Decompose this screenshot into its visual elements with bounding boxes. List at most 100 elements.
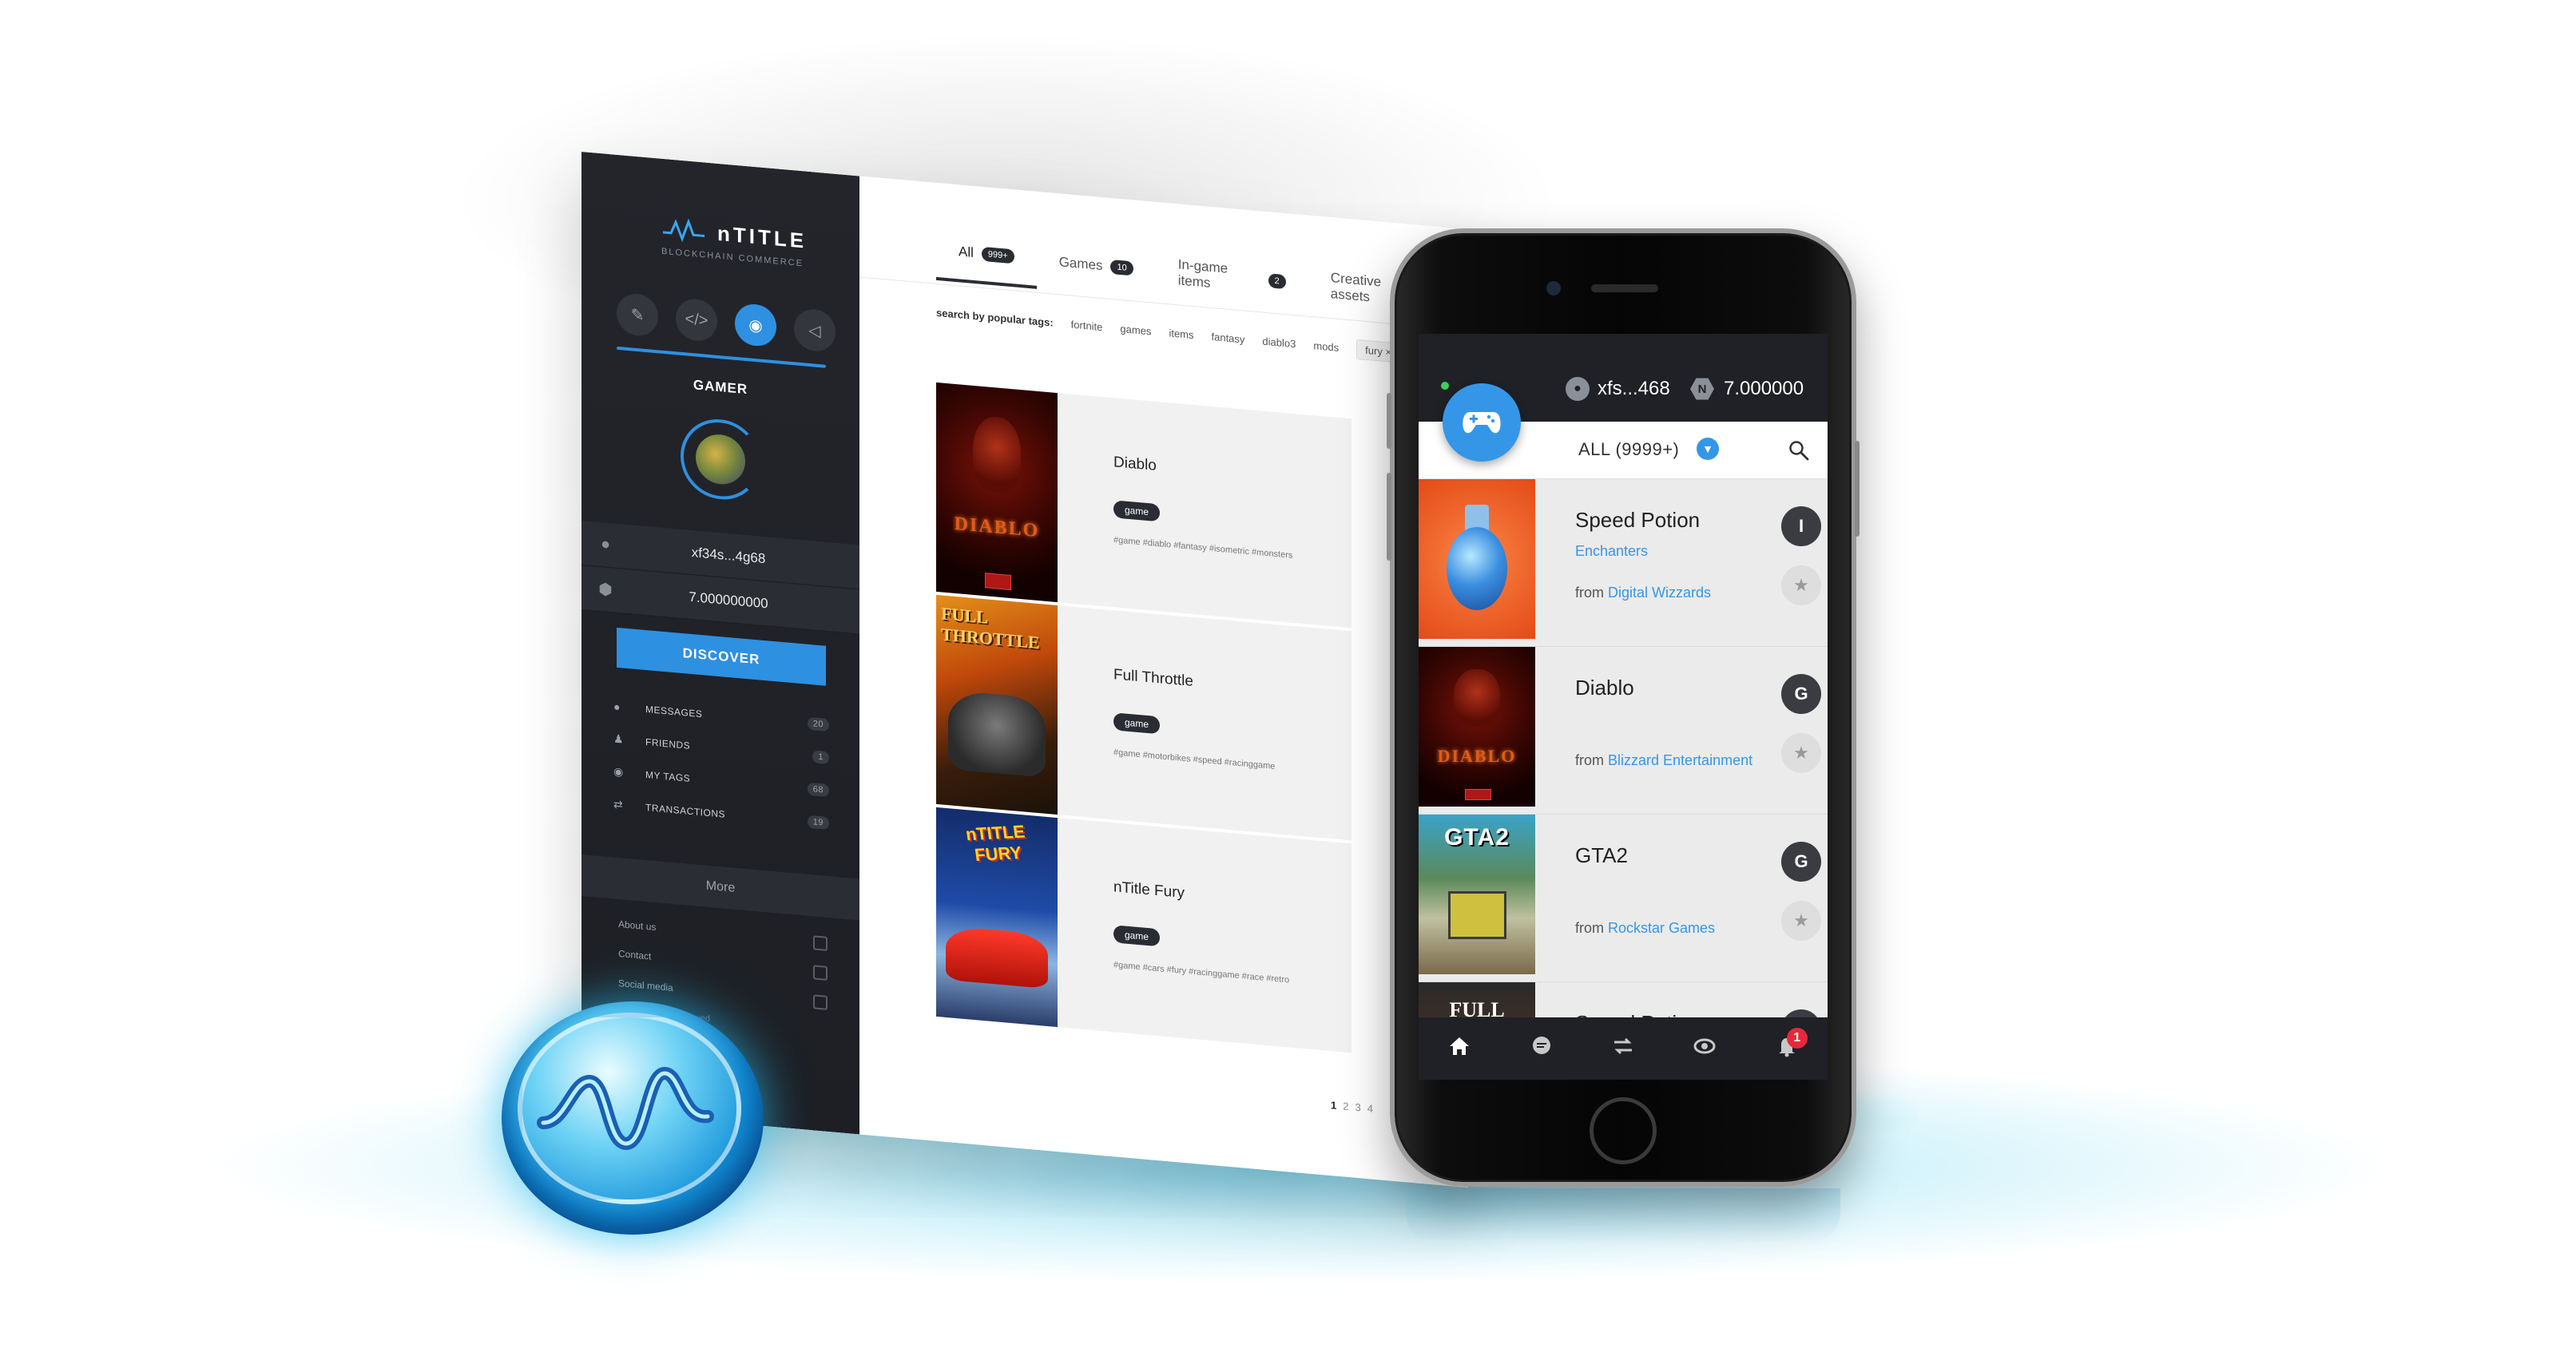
chevron-down-icon[interactable]: ▼ xyxy=(1697,438,1719,460)
friends-icon: ♟ xyxy=(613,732,625,746)
more-section-header[interactable]: More xyxy=(581,854,859,921)
tag-link[interactable]: fortnite xyxy=(1071,319,1103,333)
item-type-letter: I xyxy=(1781,506,1821,546)
search-icon[interactable] xyxy=(1788,439,1810,462)
tab-label: In-game items xyxy=(1177,256,1228,291)
pagination: 1 2 3 4 xyxy=(1331,1099,1373,1115)
star-icon[interactable]: ★ xyxy=(1781,901,1821,941)
item-publisher: from Digital Wizzards xyxy=(1575,585,1711,601)
page-link[interactable]: 2 xyxy=(1343,1100,1348,1112)
code-icon[interactable]: </> xyxy=(676,297,717,343)
cover-art-face xyxy=(972,414,1022,495)
token-icon: ⬢ xyxy=(598,580,613,600)
item-category-link[interactable]: Enchanters xyxy=(1575,543,1648,560)
list-item[interactable]: Speed Potion Enchanters from Digital Wiz… xyxy=(1419,479,1828,647)
cover-image: nTITLE FURY xyxy=(936,807,1058,1028)
filter-dropdown[interactable]: ALL (9999+) xyxy=(1578,439,1679,460)
tab-all[interactable]: All 999+ xyxy=(936,222,1037,289)
tag-link[interactable]: fantasy xyxy=(1212,331,1245,346)
tab-label: All xyxy=(959,244,974,260)
home-button[interactable] xyxy=(1590,1097,1657,1164)
card-title: nTitle Fury xyxy=(1113,878,1185,902)
count-badge: 68 xyxy=(807,782,829,797)
product-card-diablo[interactable]: DIABLO Diablo game #game #diablo #fantas… xyxy=(936,382,1352,628)
cover-art-face xyxy=(1453,669,1501,727)
page-link[interactable]: 3 xyxy=(1355,1101,1360,1114)
cover-title: nTITLE FURY xyxy=(964,821,1026,866)
publisher-link[interactable]: Blizzard Entertainment xyxy=(1608,752,1752,768)
bell-icon[interactable]: 1 xyxy=(1763,1027,1811,1064)
item-type-letter: G xyxy=(1781,674,1821,714)
home-glyph xyxy=(1450,1037,1470,1055)
publisher-logo xyxy=(984,573,1012,590)
item-type-letter: G xyxy=(1781,842,1821,882)
page-link[interactable]: 4 xyxy=(1367,1102,1373,1115)
publisher-link[interactable]: Rockstar Games xyxy=(1608,920,1715,936)
phone-reflection xyxy=(1406,1188,1840,1244)
count-badge: 19 xyxy=(807,815,829,830)
tag-link[interactable]: diablo3 xyxy=(1262,335,1296,351)
count-badge: 20 xyxy=(807,716,829,732)
list-item[interactable]: DIABLO Diablo from Blizzard Entertainmen… xyxy=(1419,647,1828,815)
cover-image: DIABLO xyxy=(936,382,1058,603)
publisher-link[interactable]: Digital Wizzards xyxy=(1608,585,1711,601)
chat-icon[interactable] xyxy=(1518,1034,1566,1064)
earpiece-speaker xyxy=(1591,284,1658,292)
item-publisher: from Rockstar Games xyxy=(1575,920,1715,937)
discover-button[interactable]: DISCOVER xyxy=(617,627,826,686)
cover-art-car xyxy=(946,925,1048,989)
ntitle-logo-icon xyxy=(537,1066,714,1151)
tag-link[interactable]: games xyxy=(1120,323,1151,337)
item-thumbnail xyxy=(1419,479,1535,639)
star-icon[interactable]: ★ xyxy=(1781,565,1821,605)
token-icon: N xyxy=(1690,378,1714,400)
product-list: Speed Potion Enchanters from Digital Wiz… xyxy=(1419,479,1828,1080)
sidebar-menu: ● MESSAGES 20 ♟ FRIENDS 1 ◉ MY TAGS 68 ⇄… xyxy=(613,689,829,839)
card-hashtags: #game #cars #fury #racinggame #race #ret… xyxy=(1113,960,1290,985)
mail-icon xyxy=(813,965,828,981)
wallet-balance[interactable]: N 7.000000 xyxy=(1690,377,1804,401)
transfer-glyph xyxy=(1613,1037,1632,1054)
item-thumbnail: GTA2 xyxy=(1419,815,1535,974)
megaphone-icon[interactable]: ◁ xyxy=(794,307,836,353)
product-card-ntitle-fury[interactable]: nTITLE FURY nTitle Fury game #game #cars… xyxy=(936,807,1352,1053)
front-camera xyxy=(1546,281,1561,295)
role-active-indicator xyxy=(617,346,826,368)
page-link[interactable]: 1 xyxy=(1331,1099,1336,1112)
tag-link[interactable]: items xyxy=(1169,327,1193,341)
mobile-phone: ● xfs...468 N 7.000000 ALL (9999+) ▼ Spe… xyxy=(1387,228,1860,1187)
tag-link[interactable]: mods xyxy=(1313,339,1339,354)
count-badge: 999+ xyxy=(981,246,1014,264)
home-icon[interactable] xyxy=(1435,1034,1483,1064)
eye-icon: ◉ xyxy=(613,764,624,779)
gamepad-icon[interactable] xyxy=(1443,383,1521,462)
transfer-icon[interactable] xyxy=(1599,1034,1647,1064)
eye-icon[interactable] xyxy=(1681,1034,1729,1064)
notification-badge: 1 xyxy=(1786,1027,1808,1049)
potion-bottle xyxy=(1447,527,1507,610)
wrench-icon[interactable]: ✎ xyxy=(617,291,658,338)
profile-icon xyxy=(813,935,828,951)
type-badge[interactable]: game xyxy=(1113,712,1161,735)
card-title: Diablo xyxy=(1113,454,1157,474)
tab-in-game-items[interactable]: In-game items 2 xyxy=(1156,242,1308,313)
balance-value: 7.000000000 xyxy=(689,589,768,611)
transfer-icon: ⇄ xyxy=(613,797,624,811)
avatar[interactable] xyxy=(681,415,760,503)
gamepad-glyph xyxy=(1463,412,1501,434)
mute-switch xyxy=(1387,393,1391,449)
cover-image: FULL THROTTLE xyxy=(936,594,1058,815)
product-card-full-throttle[interactable]: FULL THROTTLE Full Throttle game #game #… xyxy=(936,594,1352,841)
list-item[interactable]: GTA2 GTA2 from Rockstar Games G ★ xyxy=(1419,815,1828,982)
user-account[interactable]: ● xfs...468 xyxy=(1566,377,1670,401)
type-badge[interactable]: game xyxy=(1113,925,1161,947)
popular-tags-label: search by popular tags: xyxy=(936,306,1054,329)
type-badge[interactable]: game xyxy=(1113,500,1161,522)
tab-label: Games xyxy=(1058,254,1103,274)
user-id: xf34s...4g68 xyxy=(691,544,766,566)
star-icon[interactable]: ★ xyxy=(1781,733,1821,773)
item-thumbnail: DIABLO xyxy=(1419,647,1535,807)
gamepad-icon[interactable]: ◉ xyxy=(735,302,776,348)
user-icon: ● xyxy=(1566,377,1590,401)
tab-games[interactable]: Games 10 xyxy=(1037,232,1156,299)
